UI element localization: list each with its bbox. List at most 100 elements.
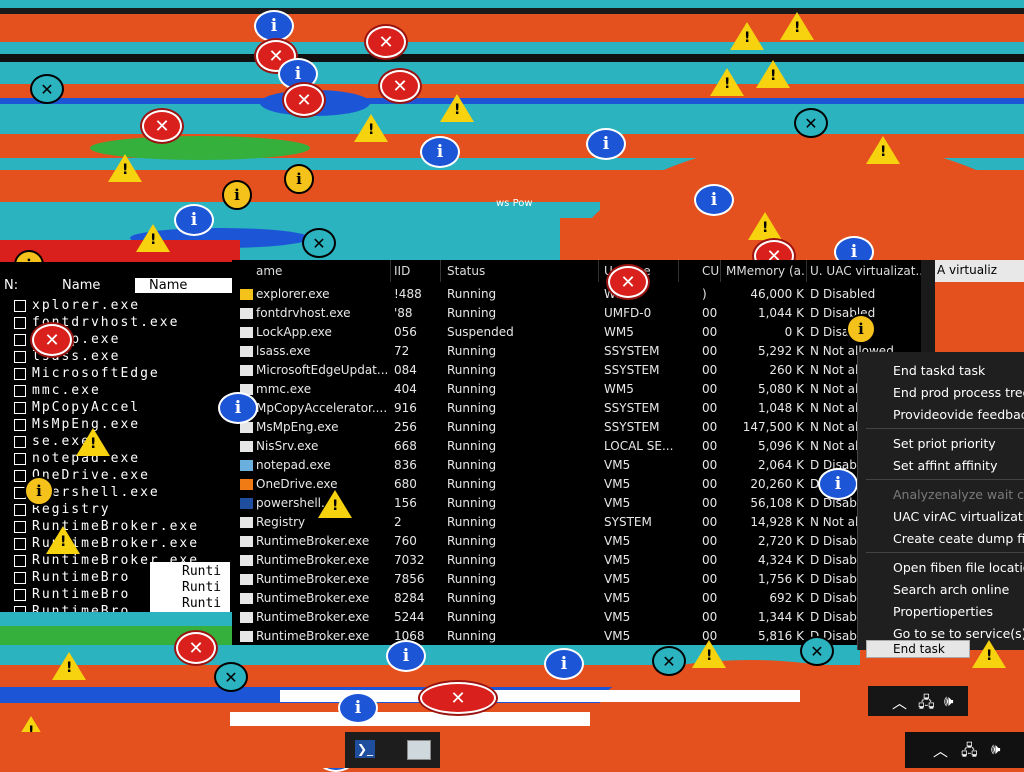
cell-name: notepad.exe xyxy=(256,458,331,472)
cell-memory: 260 K xyxy=(769,363,804,377)
ghost-list-item: MicrosoftEdge xyxy=(14,366,160,381)
column-header-name[interactable]: ame xyxy=(256,264,388,278)
warning-icon: ! xyxy=(780,12,814,40)
info-circle-icon: i xyxy=(846,314,876,344)
task-manager-taskbar-icon[interactable] xyxy=(407,740,431,760)
menu-item-end-process-tree[interactable]: End prod process tree xyxy=(893,385,1024,400)
cell-name: explorer.exe xyxy=(256,287,330,301)
network-icon[interactable]: 🖧 xyxy=(961,740,978,765)
info-icon: i xyxy=(218,392,258,424)
cell-cpu: 00 xyxy=(702,515,718,529)
ghost-list-item: RuntimeBro xyxy=(14,604,130,612)
table-row[interactable]: mmc.exe 404 Running WM5 00 5,080 KN Not all xyxy=(232,380,935,399)
table-row[interactable]: MsMpEng.exe 256 Running SSYSTEM 00 147,500 KN… xyxy=(232,418,935,437)
column-header-memory[interactable]: MMemory (a... xyxy=(726,264,806,278)
app-icon xyxy=(240,346,253,357)
cell-status: Running xyxy=(447,344,497,358)
cell-username: VM5 xyxy=(604,629,631,643)
close-circle-icon: ✕ xyxy=(302,228,336,258)
table-row[interactable]: MpCopyAccelerator.... 916 Running SSYSTEM 00… xyxy=(232,399,935,418)
warning-icon: ! xyxy=(748,212,782,240)
ghost-list-item: lsass.exe xyxy=(14,349,120,364)
cell-username: VM5 xyxy=(604,610,631,624)
menu-item-search-online[interactable]: Search arch online xyxy=(893,582,1009,597)
menu-item-provide-feedback[interactable]: Provideovide feedback xyxy=(893,407,1024,422)
chevron-up-icon[interactable]: ︿ xyxy=(892,692,907,713)
cell-status: Running xyxy=(447,572,497,586)
cell-username: WM5 xyxy=(604,382,634,396)
menu-item-create-dump-file[interactable]: Create ceate dump file xyxy=(893,531,1024,546)
table-row[interactable]: lsass.exe 72 Running SSYSTEM 00 5,292 KN Not … xyxy=(232,342,935,361)
column-header-cpu[interactable]: CU xyxy=(702,264,722,278)
network-icon[interactable]: 🖧 xyxy=(918,692,935,717)
info-icon: i xyxy=(586,128,626,160)
menu-item-uac-virtualization[interactable]: UAC virAC virtualization xyxy=(893,509,1024,524)
ghost-header-col1: N: xyxy=(4,278,19,293)
cell-memory: 692 K xyxy=(769,591,804,605)
app-icon xyxy=(240,517,253,528)
cell-status: Running xyxy=(447,439,497,453)
info-icon: i xyxy=(338,692,378,724)
table-row[interactable]: MicrosoftEdgeUpdat... 084 Running SSYSTEM 00… xyxy=(232,361,935,380)
cell-pid: 7032 xyxy=(394,553,425,567)
cell-username: SSYSTEM xyxy=(604,363,660,377)
table-row[interactable]: RuntimeBroker.exe 5244 Running VM5 00 1,344 K… xyxy=(232,608,935,627)
menu-item-open-file-location[interactable]: Open fiben file locatio xyxy=(893,560,1024,575)
menu-item-end-task[interactable]: End taskd task xyxy=(893,363,985,378)
info-circle-icon: i xyxy=(222,180,252,210)
info-circle-icon: i xyxy=(284,164,314,194)
powershell-taskbar-icon[interactable]: ❯_ xyxy=(355,740,375,758)
warning-icon: ! xyxy=(46,526,80,554)
volume-icon[interactable]: 🕪 xyxy=(991,740,1000,758)
error-icon: ✕ xyxy=(380,70,420,102)
table-row[interactable]: fontdrvhost.exe '88 Running UMFD-0 00 1,044 K… xyxy=(232,304,935,323)
column-header-pid[interactable]: IID xyxy=(394,264,432,278)
cell-uac: D Disabled xyxy=(810,287,876,301)
app-icon xyxy=(240,574,253,585)
cell-pid: '88 xyxy=(394,306,413,320)
table-row[interactable]: RuntimeBroker.exe 760 Running VM5 00 2,720 KD… xyxy=(232,532,935,551)
cell-status: Running xyxy=(447,515,497,529)
cell-pid: 760 xyxy=(394,534,417,548)
cell-status: Running xyxy=(447,553,497,567)
cell-pid: 5244 xyxy=(394,610,425,624)
error-icon: ✕ xyxy=(608,266,648,298)
cell-username: VM5 xyxy=(604,591,631,605)
table-row[interactable]: RuntimeBroker.exe 7032 Running VM5 00 4,324 K… xyxy=(232,551,935,570)
notepad-icon xyxy=(240,460,253,471)
cell-cpu: 00 xyxy=(702,610,718,624)
menu-item-properties[interactable]: Propertioperties xyxy=(893,604,993,619)
app-icon xyxy=(240,612,253,623)
cell-cpu: 00 xyxy=(702,591,718,605)
volume-icon[interactable]: 🕪 xyxy=(944,692,953,710)
cell-username: VM5 xyxy=(604,496,631,510)
cell-pid: !488 xyxy=(394,287,422,301)
cell-pid: 2 xyxy=(394,515,402,529)
column-header-status[interactable]: Status xyxy=(447,264,597,278)
cell-pid: 084 xyxy=(394,363,417,377)
info-icon: i xyxy=(544,648,584,680)
cell-name: RuntimeBroker.exe xyxy=(256,591,370,605)
table-row[interactable]: NisSrv.exe 668 Running LOCAL SE... 00 5,096 K… xyxy=(232,437,935,456)
powershell-icon xyxy=(240,498,253,509)
menu-item-set-affinity[interactable]: Set affint affinity xyxy=(893,458,997,473)
column-header-uac[interactable]: U. UAC virtualizat... xyxy=(810,264,922,278)
menu-item-set-priority[interactable]: Set priot priority xyxy=(893,436,996,451)
warning-icon: ! xyxy=(710,68,744,96)
error-icon: ✕ xyxy=(420,682,496,714)
menu-item-go-to-services[interactable]: Go to se to service(s) xyxy=(893,626,1024,641)
table-header: ame IID Status U name CU MMemory (a... U… xyxy=(232,260,935,282)
table-row[interactable]: RuntimeBroker.exe 7856 Running VM5 00 1,756 K… xyxy=(232,570,935,589)
cell-memory: 2,064 K xyxy=(757,458,804,472)
table-row[interactable]: RuntimeBroker.exe 8284 Running VM5 00 692 KD … xyxy=(232,589,935,608)
ghost-list-header: N: Name Name xyxy=(0,276,245,298)
table-row[interactable]: LockApp.exe 056 Suspended WM5 00 0 KD Disable… xyxy=(232,323,935,342)
cell-memory: 5,096 K xyxy=(757,439,804,453)
ghost-header-selected[interactable]: Name xyxy=(135,278,245,293)
table-row[interactable]: explorer.exe!488RunningWM5)46,000 KD Dis… xyxy=(232,285,935,304)
cell-memory: 147,500 K xyxy=(742,420,804,434)
ghost-list-item: RuntimeBro xyxy=(14,570,130,585)
chevron-up-icon[interactable]: ︿ xyxy=(933,740,948,761)
end-task-button[interactable]: End task xyxy=(866,640,970,658)
warning-icon: ! xyxy=(108,154,142,182)
